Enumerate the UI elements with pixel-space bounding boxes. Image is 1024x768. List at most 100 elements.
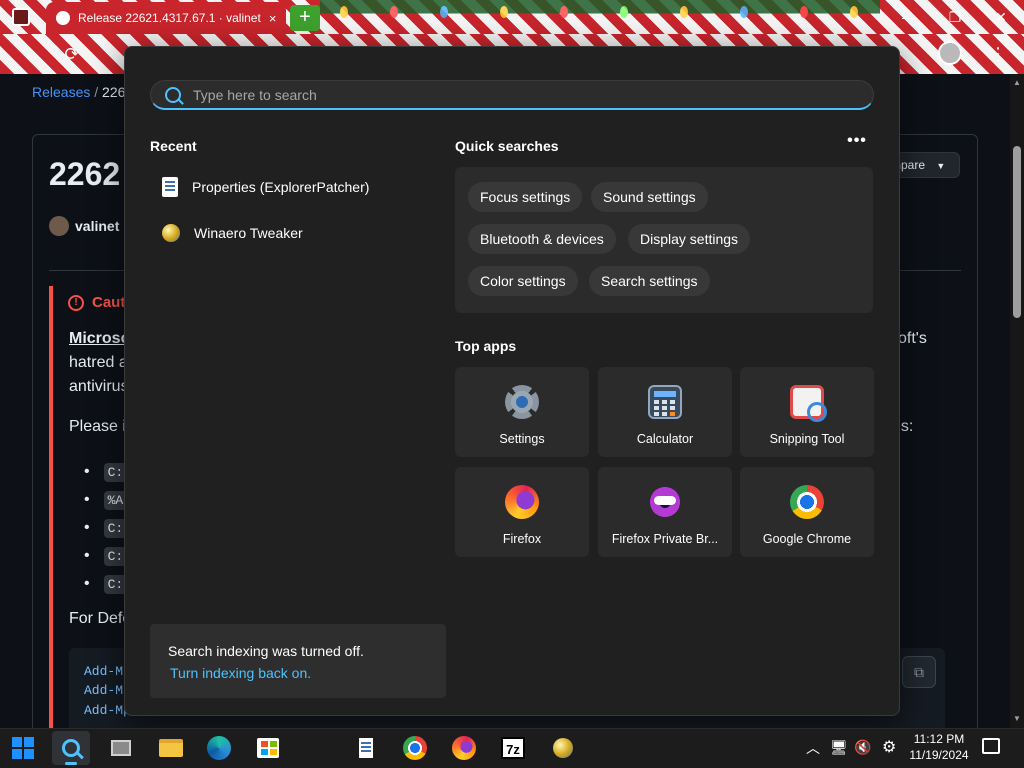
- clock-date: 11/19/2024: [909, 748, 969, 762]
- app-tile-firefox-private[interactable]: Firefox Private Br...: [598, 467, 732, 557]
- taskbar-clock[interactable]: 11:12 PM 11/19/2024: [906, 731, 972, 763]
- copy-icon[interactable]: ⧉: [902, 656, 936, 688]
- quick-search-bluetooth[interactable]: Bluetooth & devices: [468, 224, 616, 254]
- clock-time: 11:12 PM: [913, 732, 965, 746]
- quick-searches-title: Quick searches: [455, 138, 559, 154]
- app-label: Firefox: [502, 532, 542, 546]
- turn-indexing-on-link[interactable]: Turn indexing back on.: [170, 665, 311, 681]
- app-tile-chrome[interactable]: Google Chrome: [740, 467, 874, 557]
- winaero-icon: [553, 738, 573, 758]
- winaero-icon: [162, 224, 180, 242]
- task-view-icon: [111, 740, 131, 756]
- release-author: valinet r: [49, 216, 129, 236]
- app-label: Calculator: [636, 432, 694, 446]
- breadcrumb-releases-link[interactable]: Releases: [32, 84, 90, 100]
- search-icon: [62, 739, 80, 757]
- back-arrow-icon[interactable]: ←: [20, 42, 44, 66]
- recent-item-properties[interactable]: Properties (ExplorerPatcher): [150, 167, 430, 207]
- notification-center-icon[interactable]: [982, 738, 1000, 754]
- taskbar-search-button[interactable]: [52, 731, 90, 765]
- volume-muted-icon[interactable]: 🔇: [854, 739, 871, 756]
- search-box[interactable]: [150, 80, 874, 110]
- app-tile-settings[interactable]: Settings: [455, 367, 589, 457]
- taskbar-store[interactable]: [249, 731, 287, 765]
- app-label: Snipping Tool: [769, 432, 845, 446]
- recent-item-label: Winaero Tweaker: [194, 225, 303, 241]
- breadcrumb-separator: /: [94, 84, 99, 100]
- search-input[interactable]: [193, 86, 853, 103]
- para1-line3: antivirus: [69, 378, 129, 395]
- store-icon: [257, 738, 279, 758]
- author-avatar[interactable]: [49, 216, 69, 236]
- quick-search-sound[interactable]: Sound settings: [591, 182, 708, 212]
- release-title: 2262: [49, 156, 121, 192]
- github-icon: [56, 11, 70, 25]
- recent-item-label: Properties (ExplorerPatcher): [192, 179, 370, 195]
- breadcrumb: Releases / 2262: [32, 84, 133, 100]
- firefox-private-icon: [648, 485, 682, 519]
- taskbar-7zip[interactable]: 7z: [494, 731, 532, 765]
- new-tab-button[interactable]: +: [290, 5, 320, 31]
- app-label: Firefox Private Br...: [611, 532, 719, 546]
- app-label: Google Chrome: [762, 532, 852, 546]
- holiday-decoration: [320, 0, 880, 34]
- tab-actions-icon[interactable]: [12, 8, 30, 26]
- scroll-down-icon[interactable]: ▼: [1010, 712, 1024, 726]
- minimize-button[interactable]: —: [886, 0, 932, 34]
- close-window-button[interactable]: ✕: [978, 0, 1024, 34]
- taskbar-chrome[interactable]: [396, 731, 434, 765]
- document-icon: [162, 177, 178, 197]
- browser-menu-icon[interactable]: ⋮: [986, 42, 1010, 66]
- browser-tabstrip: Release 22621.4317.67.1 · valinet × + — …: [0, 0, 1024, 34]
- tab-close-icon[interactable]: ×: [269, 11, 277, 26]
- taskbar-winaero[interactable]: [544, 731, 582, 765]
- quick-search-color[interactable]: Color settings: [468, 266, 578, 296]
- indexing-notice-text: Search indexing was turned off.: [168, 643, 364, 659]
- settings-gear-icon[interactable]: ⚙: [882, 737, 896, 757]
- alert-icon: !: [68, 294, 84, 311]
- edge-icon: [207, 736, 231, 760]
- maximize-button[interactable]: ❐: [932, 0, 978, 34]
- windows-logo-icon: [12, 737, 34, 759]
- para1-line1: Microsc: [69, 330, 130, 347]
- settings-icon: [505, 385, 539, 419]
- taskbar-properties[interactable]: [347, 731, 385, 765]
- browser-tab-release[interactable]: Release 22621.4317.67.1 · valinet ×: [46, 2, 286, 34]
- profile-avatar[interactable]: [938, 41, 962, 65]
- taskbar-firefox[interactable]: [445, 731, 483, 765]
- indexing-notice: Search indexing was turned off. Turn ind…: [150, 624, 446, 698]
- task-view-button[interactable]: [102, 731, 140, 765]
- tab-title: Release 22621.4317.67.1 · valinet: [78, 11, 261, 25]
- taskbar-edge[interactable]: [200, 731, 238, 765]
- refresh-icon[interactable]: ⟳: [60, 42, 84, 66]
- para1-line1-tail: oft's: [898, 330, 927, 347]
- 7zip-icon: 7z: [501, 737, 525, 759]
- firefox-icon: [452, 736, 476, 760]
- document-icon: [359, 738, 373, 758]
- chrome-icon: [790, 485, 824, 519]
- para3-line: For Defe: [69, 610, 132, 627]
- top-apps-title: Top apps: [455, 338, 517, 354]
- start-button[interactable]: [4, 731, 42, 765]
- folder-icon: [159, 739, 183, 757]
- recent-title: Recent: [150, 138, 197, 154]
- taskbar-file-explorer[interactable]: [152, 731, 190, 765]
- scrollbar-thumb[interactable]: [1013, 146, 1021, 318]
- chrome-icon: [403, 736, 427, 760]
- network-icon[interactable]: 🖥: [830, 739, 848, 756]
- app-tile-calculator[interactable]: Calculator: [598, 367, 732, 457]
- more-options-icon[interactable]: •••: [846, 133, 868, 154]
- app-tile-firefox[interactable]: Firefox: [455, 467, 589, 557]
- author-name[interactable]: valinet r: [75, 218, 129, 234]
- calculator-icon: [648, 385, 682, 419]
- search-icon: [165, 86, 181, 103]
- quick-search-focus[interactable]: Focus settings: [468, 182, 583, 212]
- recent-item-winaero[interactable]: Winaero Tweaker: [150, 213, 430, 253]
- quick-search-display[interactable]: Display settings: [628, 224, 751, 254]
- app-label: Settings: [499, 432, 545, 446]
- scroll-up-icon[interactable]: ▲: [1010, 76, 1024, 90]
- app-tile-snipping-tool[interactable]: Snipping Tool: [740, 367, 874, 457]
- quick-search-search[interactable]: Search settings: [589, 266, 710, 296]
- para1-line2: hatred a: [69, 354, 128, 371]
- tray-chevron-icon[interactable]: ︿: [806, 738, 820, 758]
